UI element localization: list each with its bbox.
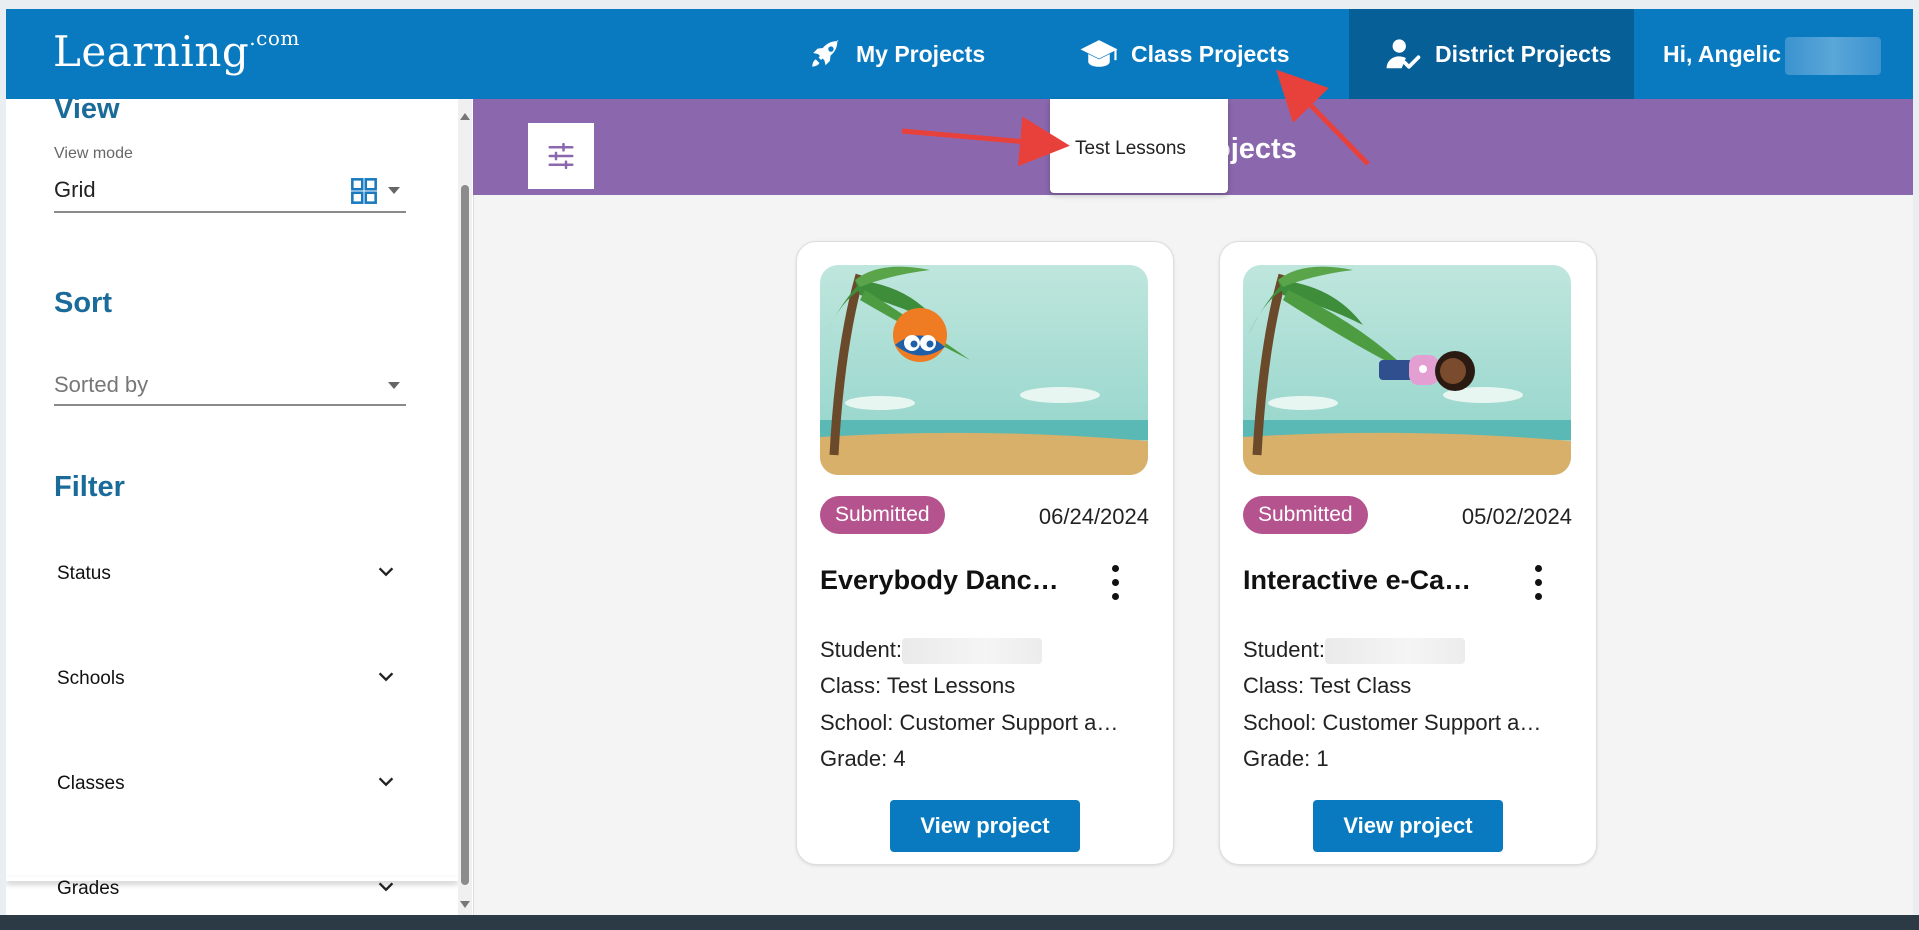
os-taskbar xyxy=(0,915,1919,930)
rocket-icon xyxy=(812,39,839,67)
view-heading: View xyxy=(54,99,120,125)
user-greeting[interactable]: Hi, Angelic xyxy=(1663,9,1781,99)
more-options-icon[interactable] xyxy=(1532,565,1544,601)
top-header: Learning.com My Projects Class Projects xyxy=(6,9,1913,99)
school-line: School: Customer Support a… xyxy=(1243,710,1542,735)
learning-logo[interactable]: Learning.com xyxy=(53,26,300,76)
project-card: Submitted 05/02/2024 Interactive e-Ca… S… xyxy=(1219,241,1597,865)
redacted-student xyxy=(1324,638,1465,665)
status-badge: Submitted xyxy=(820,496,945,534)
toggle-filters-button[interactable] xyxy=(528,123,594,189)
view-project-button[interactable]: View project xyxy=(1313,800,1503,852)
status-badge: Submitted xyxy=(1243,496,1368,534)
submission-date: 05/02/2024 xyxy=(1461,504,1572,529)
filter-heading: Filter xyxy=(54,471,125,503)
sort-placeholder: Sorted by xyxy=(54,372,149,397)
filter-sidebar: View View mode Grid Sort Sorted by Filte… xyxy=(6,99,474,915)
scroll-down-icon[interactable] xyxy=(460,901,470,908)
view-mode-value: Grid xyxy=(54,177,96,202)
dropdown-item-test-lessons[interactable]: Test Lessons xyxy=(1075,138,1186,160)
view-mode-select[interactable]: Grid xyxy=(54,169,406,213)
nav-class-projects-label: Class Projects xyxy=(1131,40,1290,67)
beach-illustration xyxy=(1243,265,1571,475)
filter-status[interactable]: Status xyxy=(57,559,397,589)
nav-district-projects-label: District Projects xyxy=(1435,40,1612,67)
chevron-down-icon xyxy=(378,567,394,577)
filter-schools-label: Schools xyxy=(57,668,125,689)
class-projects-dropdown: Test Lessons xyxy=(1050,99,1228,193)
sidebar-scrollbar[interactable] xyxy=(458,99,472,915)
filter-classes-label: Classes xyxy=(57,773,125,794)
class-line: Class: Test Class xyxy=(1243,673,1412,698)
filter-grades[interactable]: Grades xyxy=(57,874,397,904)
project-title[interactable]: Interactive e-Ca… xyxy=(1243,565,1471,596)
view-mode-label: View mode xyxy=(54,145,133,162)
nav-my-projects-label: My Projects xyxy=(856,40,986,67)
redacted-student xyxy=(901,638,1042,665)
nav-my-projects[interactable]: My Projects xyxy=(808,9,985,99)
graduation-cap-icon xyxy=(1080,40,1118,67)
redacted-username xyxy=(1785,37,1881,75)
sliders-icon xyxy=(548,142,574,170)
grade-line: Grade: 4 xyxy=(820,746,906,771)
project-thumbnail[interactable] xyxy=(1243,265,1571,475)
class-line: Class: Test Lessons xyxy=(820,673,1016,698)
project-title[interactable]: Everybody Danc… xyxy=(820,565,1059,596)
greeting-text: Hi, Angelic xyxy=(1663,40,1781,67)
scroll-up-icon[interactable] xyxy=(460,113,470,120)
project-card: Submitted 06/24/2024 Everybody Danc… Stu… xyxy=(796,241,1174,865)
view-project-button[interactable]: View project xyxy=(890,800,1080,852)
student-label: Student: xyxy=(1243,637,1325,662)
nav-district-projects[interactable]: District Projects xyxy=(1349,9,1634,99)
filter-classes[interactable]: Classes xyxy=(57,769,397,799)
scroll-thumb[interactable] xyxy=(461,185,469,885)
beach-illustration xyxy=(820,265,1148,475)
filter-status-label: Status xyxy=(57,563,111,584)
project-thumbnail[interactable] xyxy=(820,265,1148,475)
caret-down-icon xyxy=(388,187,400,194)
grid-view-icon xyxy=(351,178,377,204)
logo-suffix: .com xyxy=(249,26,300,50)
logo-text: Learning xyxy=(53,27,250,76)
sort-heading: Sort xyxy=(54,287,112,319)
student-line: Student: xyxy=(1243,637,1465,665)
student-label: Student: xyxy=(820,637,902,662)
filter-schools[interactable]: Schools xyxy=(57,664,397,694)
student-line: Student: xyxy=(820,637,1042,665)
school-line: School: Customer Support a… xyxy=(820,710,1119,735)
user-check-icon xyxy=(1386,39,1421,69)
grade-line: Grade: 1 xyxy=(1243,746,1329,771)
chevron-down-icon xyxy=(378,672,394,682)
app-frame: Learning.com My Projects Class Projects xyxy=(6,9,1913,915)
submission-date: 06/24/2024 xyxy=(1038,504,1149,529)
chevron-down-icon xyxy=(378,777,394,787)
sort-select[interactable]: Sorted by xyxy=(54,362,406,406)
nav-class-projects[interactable]: Class Projects xyxy=(1079,9,1290,99)
caret-down-icon xyxy=(388,382,400,389)
chevron-down-icon xyxy=(378,882,394,892)
filter-grades-label: Grades xyxy=(57,878,120,899)
more-options-icon[interactable] xyxy=(1109,565,1121,601)
